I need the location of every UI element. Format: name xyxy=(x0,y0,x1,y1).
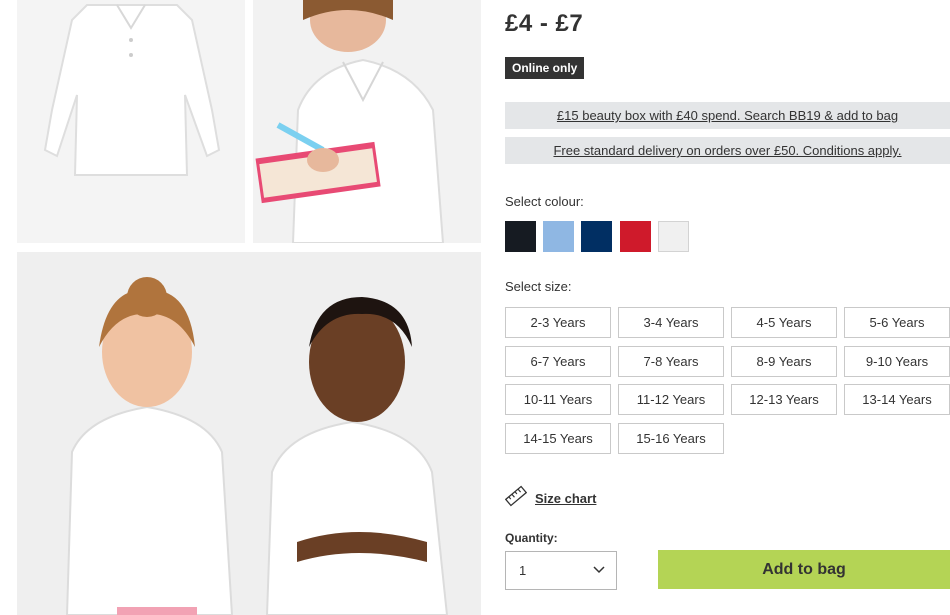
quantity-label: Quantity: xyxy=(505,531,558,545)
size-option[interactable]: 3-4 Years xyxy=(618,307,724,338)
promo-free-delivery-link[interactable]: Free standard delivery on orders over £5… xyxy=(505,137,950,164)
size-option[interactable]: 6-7 Years xyxy=(505,346,611,377)
size-option[interactable]: 13-14 Years xyxy=(844,384,950,415)
select-size-label: Select size: xyxy=(505,279,572,294)
size-option[interactable]: 14-15 Years xyxy=(505,423,611,454)
size-option[interactable]: 5-6 Years xyxy=(844,307,950,338)
colour-swatch-red[interactable] xyxy=(620,221,651,252)
chevron-down-icon xyxy=(592,563,606,578)
size-option[interactable]: 12-13 Years xyxy=(731,384,837,415)
size-chart-label: Size chart xyxy=(535,491,597,506)
add-to-bag-button[interactable]: Add to bag xyxy=(658,550,950,589)
promo-beauty-box-link[interactable]: £15 beauty box with £40 spend. Search BB… xyxy=(505,102,950,129)
size-chart-link[interactable]: Size chart xyxy=(504,485,597,512)
size-option[interactable]: 9-10 Years xyxy=(844,346,950,377)
ruler-icon xyxy=(504,485,528,512)
quantity-select[interactable]: 1 xyxy=(505,551,617,590)
size-option[interactable]: 4-5 Years xyxy=(731,307,837,338)
size-option[interactable]: 8-9 Years xyxy=(731,346,837,377)
size-option[interactable]: 10-11 Years xyxy=(505,384,611,415)
size-option[interactable]: 15-16 Years xyxy=(618,423,724,454)
online-only-badge: Online only xyxy=(505,57,585,79)
colour-swatch-navy[interactable] xyxy=(581,221,612,252)
girl-notebook-illustration xyxy=(253,0,481,243)
size-option[interactable]: 7-8 Years xyxy=(618,346,724,377)
size-option[interactable]: 2-3 Years xyxy=(505,307,611,338)
product-image-two-children[interactable] xyxy=(17,252,481,615)
product-image-flat[interactable] xyxy=(17,0,245,243)
quantity-value: 1 xyxy=(519,563,527,578)
product-price: £4 - £7 xyxy=(505,10,584,37)
colour-swatch-light-blue[interactable] xyxy=(543,221,574,252)
colour-swatch-black[interactable] xyxy=(505,221,536,252)
two-children-illustration xyxy=(17,252,481,615)
size-option[interactable]: 11-12 Years xyxy=(618,384,724,415)
product-image-girl-notebook[interactable] xyxy=(253,0,481,243)
colour-swatch-white[interactable] xyxy=(658,221,689,252)
shirt-flat-illustration xyxy=(17,0,245,243)
select-colour-label: Select colour: xyxy=(505,194,584,209)
